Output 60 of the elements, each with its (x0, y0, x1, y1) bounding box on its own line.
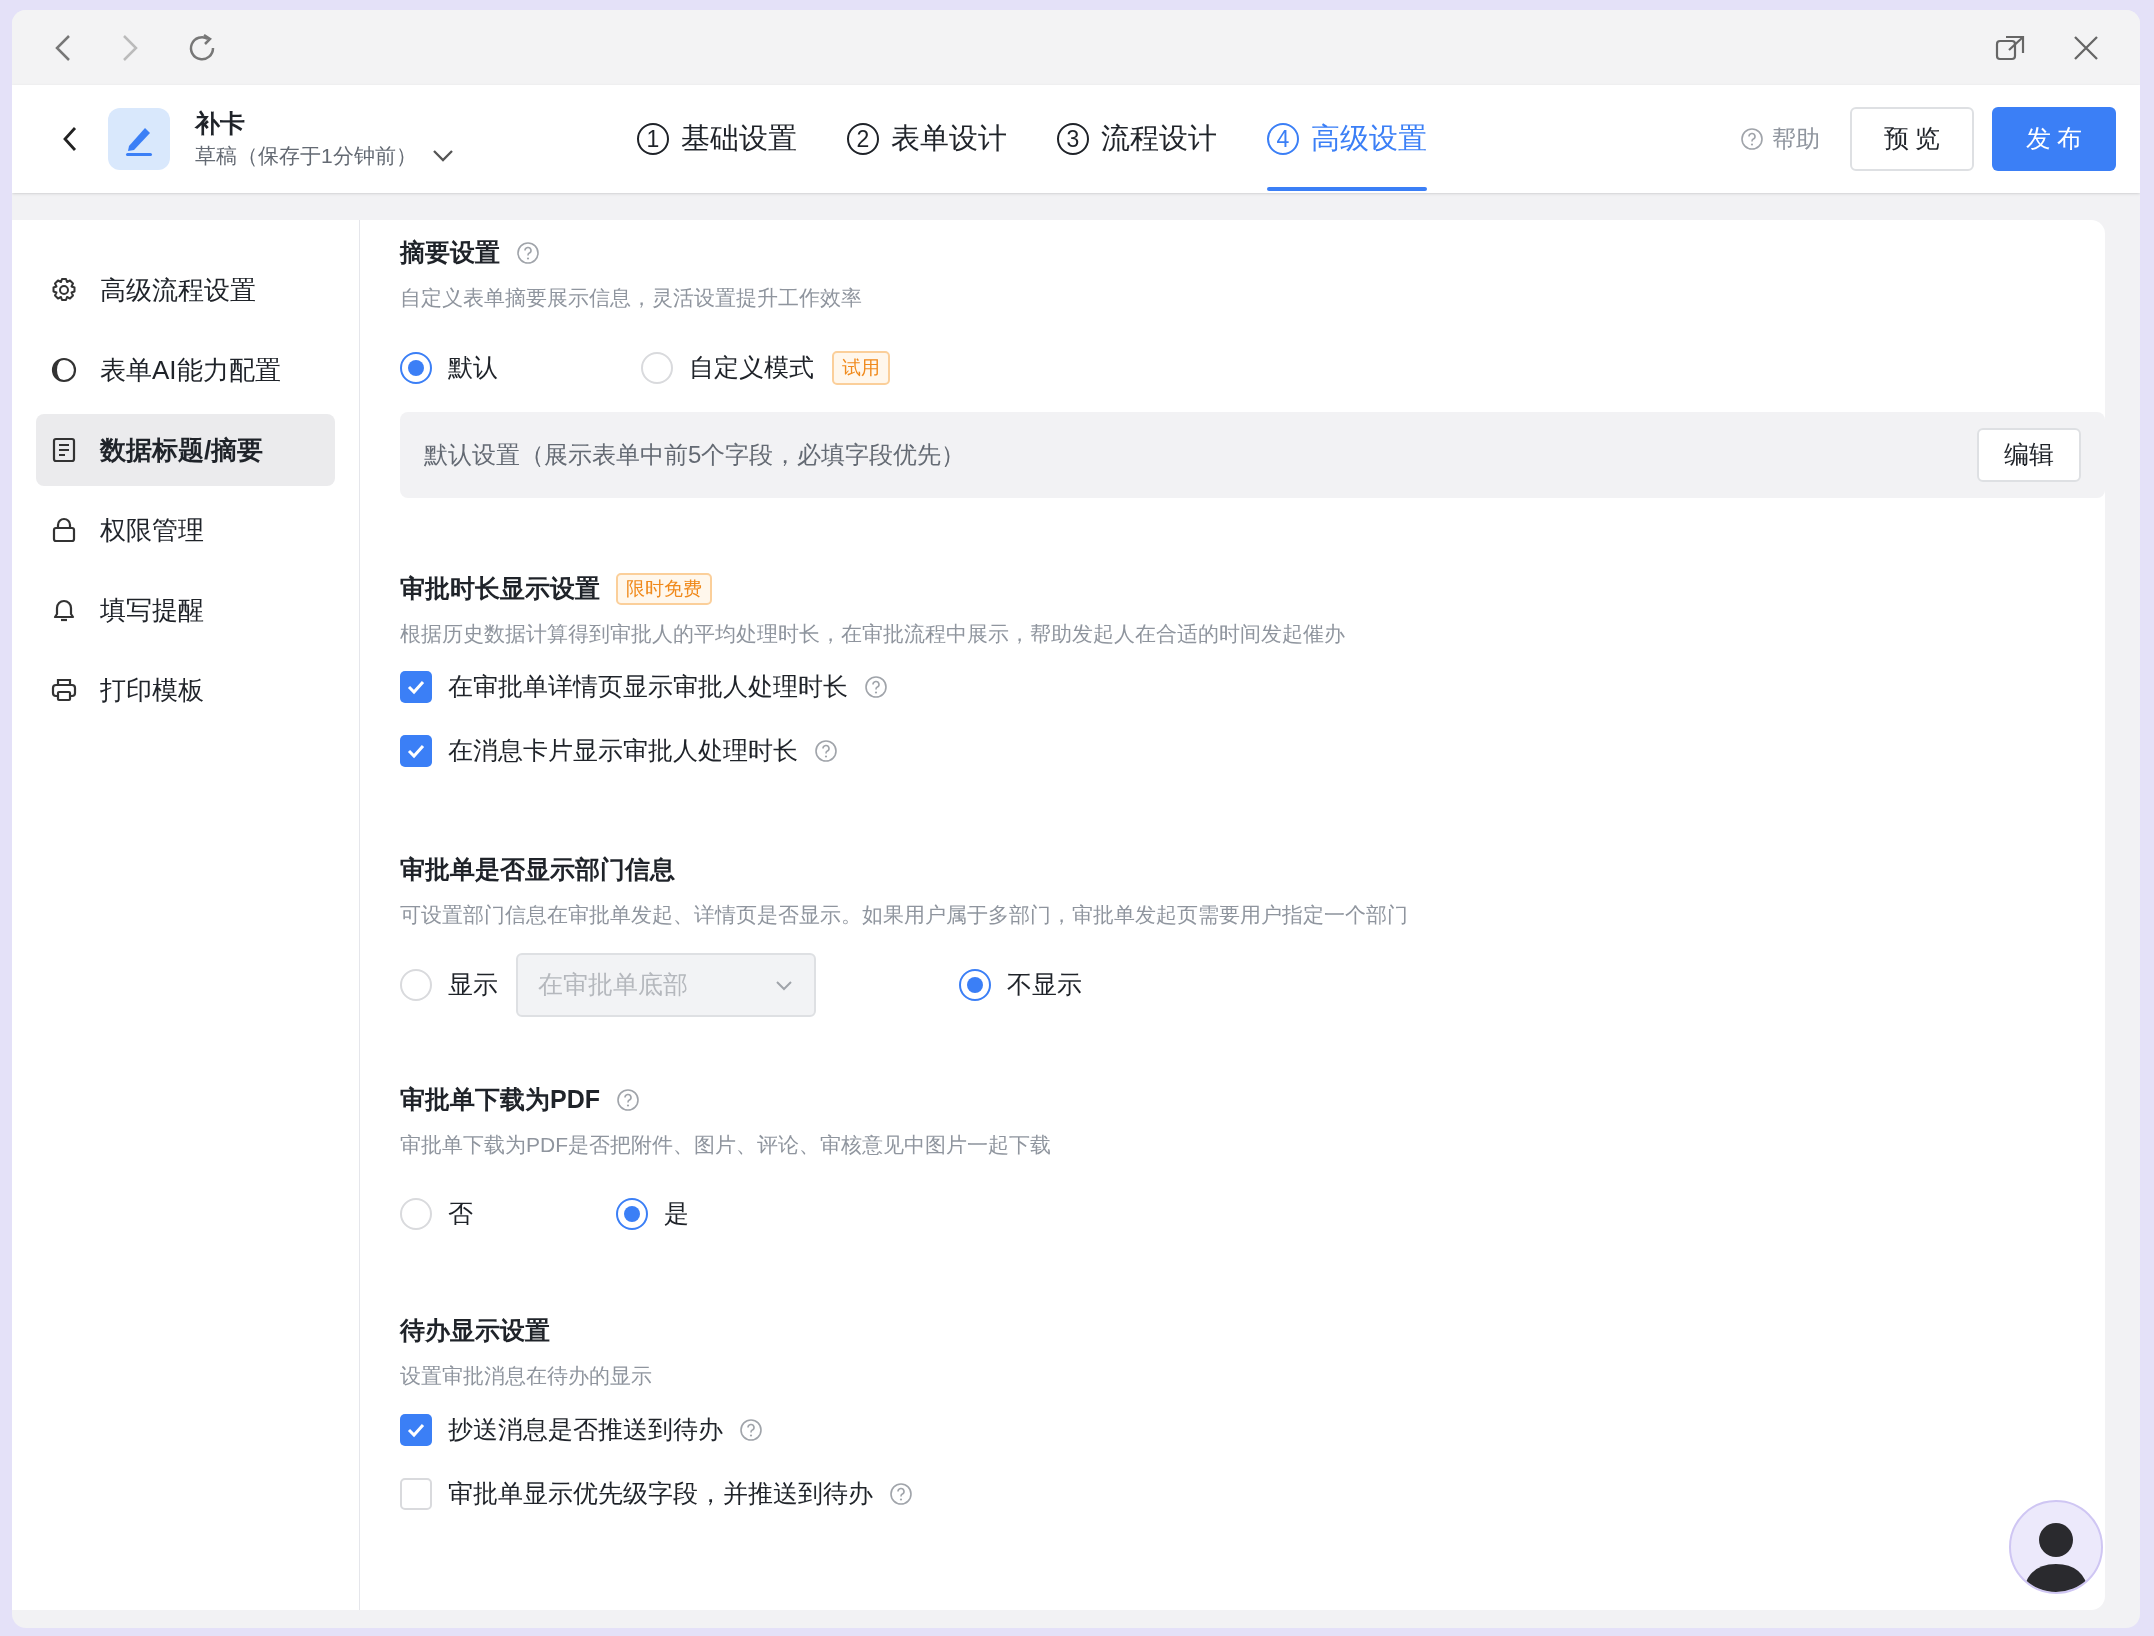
half-circle-icon (50, 356, 78, 384)
sidebar-item[interactable]: 打印模板 (36, 654, 335, 726)
help-icon[interactable] (864, 675, 888, 699)
checkbox[interactable] (400, 671, 432, 703)
step-tab[interactable]: 2 表单设计 (847, 85, 1007, 193)
radio-button[interactable] (616, 1198, 648, 1230)
section-description: 审批单下载为PDF是否把附件、图片、评论、审核意见中图片一起下载 (400, 1131, 1052, 1158)
checkbox-label[interactable]: 在审批单详情页显示审批人处理时长 (448, 668, 848, 706)
section-title: 审批单下载为PDF (400, 1083, 600, 1115)
settings-icon (50, 276, 78, 304)
checkbox-label[interactable]: 审批单显示优先级字段，并推送到待办 (448, 1474, 873, 1513)
help-icon[interactable] (814, 739, 838, 763)
help-icon[interactable] (516, 241, 540, 265)
sidebar-item[interactable]: 权限管理 (36, 494, 335, 566)
step-tab[interactable]: 4 高级设置 (1267, 85, 1427, 193)
section-title: 摘要设置 (400, 237, 500, 269)
sidebar-item[interactable]: 填写提醒 (36, 574, 335, 646)
checkbox[interactable] (400, 1413, 432, 1446)
section-description: 设置审批消息在待办的显示 (400, 1363, 653, 1389)
radio-label[interactable]: 显示 (448, 965, 498, 1004)
section-title: 审批时长显示设置 (400, 572, 600, 604)
section-title: 待办显示设置 (400, 1315, 550, 1347)
section-description: 自定义表单摘要展示信息，灵活设置提升工作效率 (400, 285, 863, 311)
radio-label[interactable]: 否 (448, 1195, 473, 1233)
section-title: 审批单是否显示部门信息 (400, 854, 675, 886)
section-description: 根据历史数据计算得到审批人的平均处理时长，在审批流程中展示，帮助发起人在合适的时间发起催办 (400, 620, 1346, 647)
step-tab[interactable]: 1 基础设置 (637, 85, 797, 193)
save-status: 草稿（保存于1分钟前） (195, 143, 417, 170)
badge: 限时免费 (616, 572, 712, 605)
help-icon[interactable] (889, 1481, 913, 1506)
close-icon[interactable] (2072, 33, 2100, 62)
radio-label[interactable]: 是 (664, 1195, 689, 1233)
radio-button[interactable] (400, 351, 432, 384)
sidebar-item[interactable]: 高级流程设置 (36, 254, 335, 326)
checkbox-label[interactable]: 在消息卡片显示审批人处理时长 (448, 732, 798, 770)
checkbox[interactable] (400, 735, 432, 767)
sidebar-item[interactable]: 表单AI能力配置 (36, 334, 335, 406)
edit-button[interactable]: 编辑 (1977, 427, 2081, 482)
help-icon[interactable] (616, 1087, 640, 1112)
checkbox-label[interactable]: 抄送消息是否推送到待办 (448, 1410, 723, 1449)
step-tab[interactable]: 3 流程设计 (1057, 85, 1217, 193)
radio-label[interactable]: 不显示 (1007, 965, 1082, 1004)
section-description: 可设置部门信息在审批单发起、详情页是否显示。如果用户属于多部门，审批单发起页需要用户指定一个部门 (400, 902, 1409, 928)
radio-label[interactable]: 自定义模式 (689, 348, 814, 387)
printer-icon (50, 676, 78, 704)
sidebar-item[interactable]: 数据标题/摘要 (36, 414, 335, 486)
radio-label[interactable]: 默认 (448, 348, 498, 387)
help-icon[interactable] (1740, 127, 1764, 151)
form-title: 补卡 (195, 108, 246, 140)
badge: 试用 (832, 350, 890, 385)
preview-button[interactable]: 预 览 (1850, 107, 1974, 171)
help-icon[interactable] (739, 1417, 763, 1442)
publish-button[interactable]: 发 布 (1992, 107, 2116, 171)
chevron-down-icon[interactable] (430, 148, 455, 164)
app-icon (108, 108, 170, 170)
radio-button[interactable] (959, 968, 991, 1001)
lock-icon (50, 516, 78, 544)
document-icon (50, 436, 78, 464)
checkbox[interactable] (400, 1477, 432, 1510)
summary-text: 默认设置（展示表单中前5个字段，必填字段优先） (424, 439, 966, 470)
